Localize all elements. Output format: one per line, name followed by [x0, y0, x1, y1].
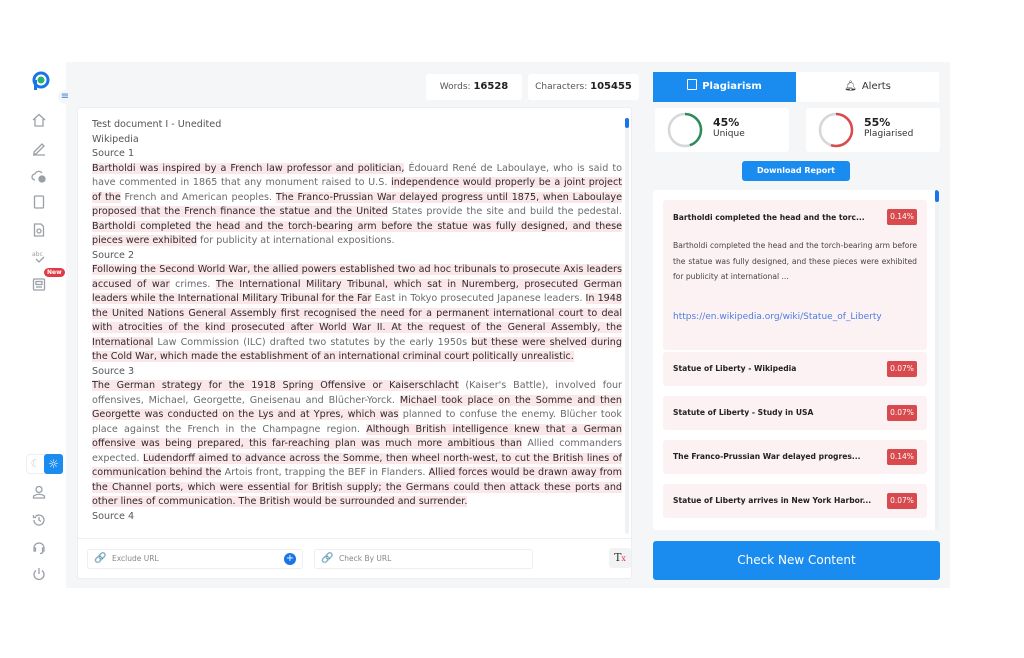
result-url-link[interactable]: https://en.wikipedia.org/wiki/Statue_of_…: [673, 312, 882, 322]
history-icon[interactable]: [31, 512, 47, 528]
result-excerpt: Bartholdi completed the head and the tor…: [673, 241, 917, 281]
original-text: Artois front, trapping the BEF in Flande…: [221, 467, 429, 478]
cloud-gear-icon[interactable]: [31, 168, 47, 184]
source-label: Source 3: [92, 365, 135, 377]
result-title: The Franco-Prussian War delayed progres.…: [673, 452, 861, 461]
download-report-button[interactable]: Download Report: [742, 161, 850, 181]
pencil-icon[interactable]: [31, 140, 47, 156]
result-title: Statue of Liberty arrives in New York Ha…: [673, 496, 872, 505]
source-label: Source 2: [92, 249, 135, 261]
report-icon: [687, 79, 698, 90]
result-title: Statute of Liberty - Study in USA: [673, 408, 814, 417]
characters-label: Characters:: [535, 82, 588, 92]
result-card[interactable]: Bartholdi completed the head and the tor…: [663, 200, 927, 350]
result-card[interactable]: The Franco-Prussian War delayed progres.…: [663, 440, 927, 474]
result-card[interactable]: Statute of Liberty - Study in USA 0.07%: [663, 396, 927, 430]
document-title: Test document I - Unedited: [92, 119, 222, 130]
tab-plagiarism[interactable]: Plagiarism: [653, 72, 796, 102]
tab-alerts[interactable]: 🔔︎ Alerts: [796, 72, 939, 102]
add-exclude-url-button[interactable]: +: [284, 553, 296, 565]
results-scrollbar[interactable]: [935, 190, 939, 530]
file-report-icon[interactable]: [31, 222, 47, 238]
abc-check-icon[interactable]: abc: [31, 248, 47, 264]
plagiarised-text: The German strategy for the 1918 Spring …: [92, 380, 459, 391]
newspaper-icon[interactable]: [31, 276, 47, 292]
result-percent-badge: 0.14%: [887, 449, 917, 465]
sidebar: ≡ abc New ☾ ☼: [22, 62, 72, 588]
words-value: 16528: [473, 81, 509, 92]
original-text: crimes.: [169, 278, 216, 290]
check-by-url-placeholder: Check By URL: [339, 554, 392, 563]
clear-formatting-button[interactable]: Tx: [609, 548, 631, 568]
unique-label: Unique: [713, 129, 745, 139]
power-icon[interactable]: [31, 566, 47, 582]
editor-footer-divider: [78, 538, 631, 539]
result-title: Bartholdi completed the head and the tor…: [673, 213, 865, 222]
original-text: French and American peoples.: [120, 191, 276, 203]
menu-toggle-icon[interactable]: ≡: [58, 90, 72, 104]
home-icon[interactable]: [31, 112, 47, 128]
new-badge: New: [44, 268, 65, 277]
result-card[interactable]: Statue of Liberty arrives in New York Ha…: [663, 484, 927, 518]
exclude-url-input[interactable]: 🔗 Exclude URL +: [87, 549, 303, 569]
theme-toggle[interactable]: ☾ ☼: [26, 454, 63, 474]
characters-value: 105455: [590, 81, 632, 92]
link-icon: 🔗: [321, 553, 334, 564]
source-label: Source 1: [92, 148, 135, 159]
editor-scrollbar[interactable]: [625, 118, 629, 534]
result-percent-badge: 0.07%: [887, 493, 917, 509]
word-count: Words: 16528: [426, 74, 522, 100]
source-paragraph: Bartholdi was inspired by a French law p…: [92, 162, 622, 249]
plagiarised-text: Bartholdi was inspired by a French law p…: [92, 162, 405, 174]
exclude-url-placeholder: Exclude URL: [112, 554, 159, 563]
unique-ring: [667, 112, 703, 148]
tab-plagiarism-label: Plagiarism: [702, 81, 762, 92]
check-by-url-input[interactable]: 🔗 Check By URL: [314, 549, 533, 569]
plagiarised-score-card: 55% Plagiarised: [806, 108, 940, 152]
editor-scrollbar-thumb[interactable]: [625, 118, 629, 128]
link-icon: 🔗: [94, 553, 107, 564]
clear-formatting-icon: Tx: [614, 551, 626, 564]
user-icon[interactable]: [31, 484, 47, 500]
result-percent-badge: 0.14%: [887, 209, 917, 225]
p-logo-icon[interactable]: [31, 71, 51, 91]
document-editor[interactable]: Test document I - Unedited Wikipedia Sou…: [77, 107, 632, 579]
document-icon[interactable]: [31, 194, 47, 210]
original-text: Law Commission (ILC) drafted two statute…: [153, 336, 472, 348]
result-percent-badge: 0.07%: [887, 405, 917, 421]
moon-icon[interactable]: ☾: [27, 455, 44, 473]
headset-icon[interactable]: [31, 540, 47, 556]
check-new-content-button[interactable]: Check New Content: [653, 541, 940, 580]
original-text: for publicity at international expositio…: [196, 235, 395, 246]
result-card[interactable]: Statue of Liberty - Wikipedia 0.07%: [663, 352, 927, 386]
result-title: Statue of Liberty - Wikipedia: [673, 364, 797, 373]
svg-text:abc: abc: [32, 251, 43, 258]
app-window: ≡ abc New ☾ ☼ Words: 16528 Characters: 1…: [22, 62, 950, 588]
original-text: East in Tokyo prosecuted Japanese leader…: [371, 293, 586, 304]
character-count: Characters: 105455: [528, 74, 639, 100]
tab-alerts-label: Alerts: [861, 81, 891, 92]
source-paragraph: The German strategy for the 1918 Spring …: [92, 379, 622, 510]
unique-score-card: 45% Unique: [655, 108, 789, 152]
document-subtitle: Wikipedia: [92, 133, 139, 145]
sun-icon[interactable]: ☼: [44, 454, 63, 474]
source-label: Source 4: [92, 510, 135, 522]
bell-icon: 🔔︎: [844, 81, 857, 92]
plagiarised-ring: [818, 112, 854, 148]
words-label: Words:: [439, 82, 471, 92]
plagiarised-label: Plagiarised: [864, 129, 914, 139]
unique-value: 45%: [713, 116, 740, 129]
document-content[interactable]: Test document I - Unedited Wikipedia Sou…: [92, 118, 622, 534]
plagiarised-value: 55%: [864, 116, 891, 129]
results-scrollbar-thumb[interactable]: [935, 190, 939, 202]
source-paragraph: Following the Second World War, the alli…: [92, 263, 622, 365]
result-percent-badge: 0.07%: [887, 361, 917, 377]
original-text: States provide the site and build the pe…: [387, 206, 622, 217]
results-list[interactable]: Bartholdi completed the head and the tor…: [653, 190, 939, 530]
